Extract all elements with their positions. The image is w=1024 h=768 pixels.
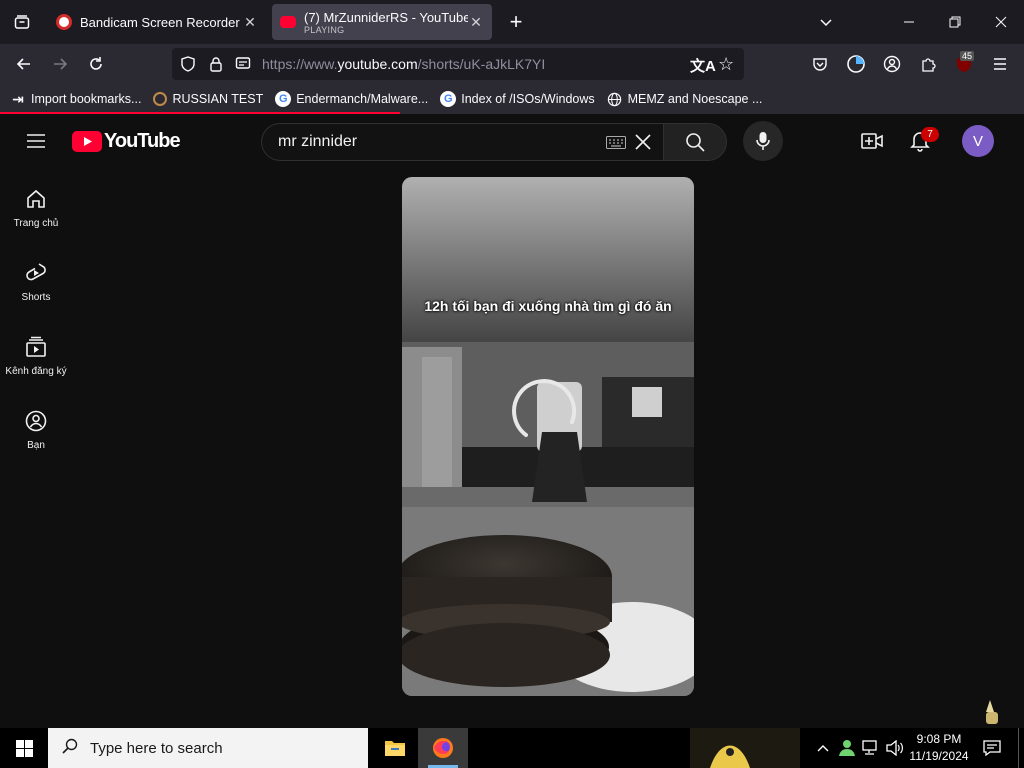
back-arrow-icon[interactable] bbox=[8, 48, 40, 80]
clear-search-icon[interactable] bbox=[634, 133, 652, 156]
url-text[interactable]: https://www.youtube.com/shorts/uK-aJkLK7… bbox=[262, 56, 545, 72]
ublock-icon[interactable]: 45 bbox=[948, 48, 980, 80]
tab-title: (7) MrZunniderRS - YouTube bbox=[304, 9, 468, 25]
extension-badge: 45 bbox=[960, 51, 975, 61]
desktop-pet-icon bbox=[982, 698, 1004, 726]
tab-playing-status: PLAYING bbox=[304, 24, 345, 35]
volume-icon[interactable] bbox=[884, 728, 906, 768]
sidebar-item-subscriptions[interactable]: Kênh đăng ký bbox=[0, 336, 72, 406]
keyboard-icon[interactable] bbox=[606, 136, 626, 154]
youtube-play-icon bbox=[72, 131, 102, 152]
search-button[interactable] bbox=[663, 123, 727, 161]
site-icon bbox=[153, 92, 168, 106]
voice-search-button[interactable] bbox=[743, 121, 783, 161]
extensions-puzzle-icon[interactable] bbox=[912, 48, 944, 80]
browser-tab-strip: Bandicam Screen Recorder Dow ✕ (7) MrZun… bbox=[0, 0, 1024, 44]
sidebar-item-you[interactable]: Bạn bbox=[0, 410, 72, 480]
taskbar-clock[interactable]: 9:08 PM 11/19/2024 bbox=[904, 731, 974, 765]
account-icon[interactable] bbox=[876, 48, 908, 80]
import-icon: ⇥ bbox=[12, 90, 24, 107]
bandicam-icon bbox=[56, 14, 72, 30]
clock-time: 9:08 PM bbox=[916, 732, 962, 746]
sidebar-item-label: Shorts bbox=[21, 292, 51, 303]
bookmarks-bar: ⇥ Import bookmarks... RUSSIAN TEST G End… bbox=[0, 84, 1024, 114]
video-frame bbox=[402, 177, 694, 696]
pocket-icon[interactable] bbox=[804, 48, 836, 80]
bookmark-star-icon[interactable]: ☆ bbox=[718, 54, 734, 75]
tab-list-icon[interactable] bbox=[0, 0, 44, 44]
search-icon bbox=[686, 133, 705, 152]
tab-youtube[interactable]: (7) MrZunniderRS - YouTube PLAYING ✕ bbox=[272, 4, 492, 40]
action-center-icon[interactable] bbox=[980, 728, 1004, 768]
search-input[interactable]: mr zinnider bbox=[261, 123, 663, 161]
microphone-icon bbox=[756, 132, 770, 150]
taskbar-search-box[interactable]: Type here to search bbox=[48, 728, 368, 768]
chevron-down-icon[interactable] bbox=[804, 0, 848, 44]
search-icon bbox=[62, 738, 78, 759]
google-icon: G bbox=[440, 91, 457, 107]
taskbar-search-placeholder: Type here to search bbox=[90, 739, 223, 757]
show-hidden-icons-chevron-icon[interactable] bbox=[814, 728, 832, 768]
shield-icon[interactable] bbox=[180, 56, 196, 77]
translate-icon[interactable]: 文A bbox=[690, 55, 716, 76]
people-icon[interactable] bbox=[836, 728, 858, 768]
reload-icon[interactable] bbox=[80, 48, 112, 80]
menu-hamburger-icon[interactable] bbox=[984, 48, 1016, 80]
shorts-icon bbox=[26, 263, 46, 281]
search-query-text[interactable]: mr zinnider bbox=[278, 133, 357, 151]
bookmark-endermanch[interactable]: G Endermanch/Malware... bbox=[275, 91, 428, 107]
sidebar-item-shorts[interactable]: Shorts bbox=[0, 262, 72, 332]
sidebar-item-label: Bạn bbox=[27, 440, 45, 451]
tab-bandicam[interactable]: Bandicam Screen Recorder Dow ✕ bbox=[48, 4, 266, 40]
sidebar-item-home[interactable]: Trang chủ bbox=[0, 188, 72, 258]
forward-arrow-icon[interactable] bbox=[44, 48, 76, 80]
video-caption: 12h tối bạn đi xuống nhà tìm gì đó ăn bbox=[424, 298, 672, 314]
file-explorer-icon[interactable] bbox=[378, 728, 412, 768]
close-tab-icon[interactable]: ✕ bbox=[242, 14, 258, 31]
shorts-video-player[interactable]: 12h tối bạn đi xuống nhà tìm gì đó ăn bbox=[402, 177, 694, 696]
notification-count-badge: 7 bbox=[921, 127, 939, 142]
extension-circle-icon[interactable] bbox=[840, 48, 872, 80]
bookmark-import[interactable]: ⇥ Import bookmarks... bbox=[10, 91, 141, 107]
youtube-logo[interactable]: YouTube bbox=[72, 130, 181, 153]
permissions-icon[interactable] bbox=[235, 56, 251, 77]
firefox-taskbar-icon[interactable] bbox=[418, 728, 468, 768]
lock-icon[interactable] bbox=[208, 56, 224, 77]
subscriptions-icon bbox=[26, 336, 46, 357]
avatar[interactable]: V bbox=[962, 125, 994, 157]
sidebar-item-label: Trang chủ bbox=[13, 218, 59, 229]
youtube-icon bbox=[280, 16, 296, 28]
home-icon bbox=[27, 189, 45, 208]
youtube-logo-text: YouTube bbox=[104, 130, 181, 152]
url-bar[interactable]: https://www.youtube.com/shorts/uK-aJkLK7… bbox=[172, 48, 744, 80]
clock-date: 11/19/2024 bbox=[909, 749, 969, 763]
show-desktop-button[interactable] bbox=[1018, 728, 1024, 768]
bookmark-isos[interactable]: G Index of /ISOs/Windows bbox=[440, 91, 595, 107]
windows-start-icon[interactable] bbox=[0, 728, 48, 768]
network-icon[interactable] bbox=[860, 728, 882, 768]
sidebar-item-label: Kênh đăng ký bbox=[5, 366, 67, 377]
you-icon bbox=[25, 410, 47, 432]
bookmark-russian-test[interactable]: RUSSIAN TEST bbox=[153, 92, 263, 106]
tab-title: Bandicam Screen Recorder Dow bbox=[80, 14, 242, 30]
close-window-icon[interactable] bbox=[979, 0, 1023, 44]
restore-icon[interactable] bbox=[933, 0, 977, 44]
bookmark-memz[interactable]: MEMZ and Noescape ... bbox=[607, 91, 762, 107]
google-icon: G bbox=[275, 91, 292, 107]
taskbar-wallpaper-peek bbox=[690, 728, 800, 768]
new-tab-icon[interactable]: + bbox=[494, 0, 538, 44]
globe-icon bbox=[607, 91, 623, 107]
minimize-icon[interactable] bbox=[887, 0, 931, 44]
create-video-icon[interactable] bbox=[857, 126, 887, 156]
close-tab-icon[interactable]: ✕ bbox=[468, 14, 484, 31]
guide-menu-icon[interactable] bbox=[20, 125, 52, 157]
